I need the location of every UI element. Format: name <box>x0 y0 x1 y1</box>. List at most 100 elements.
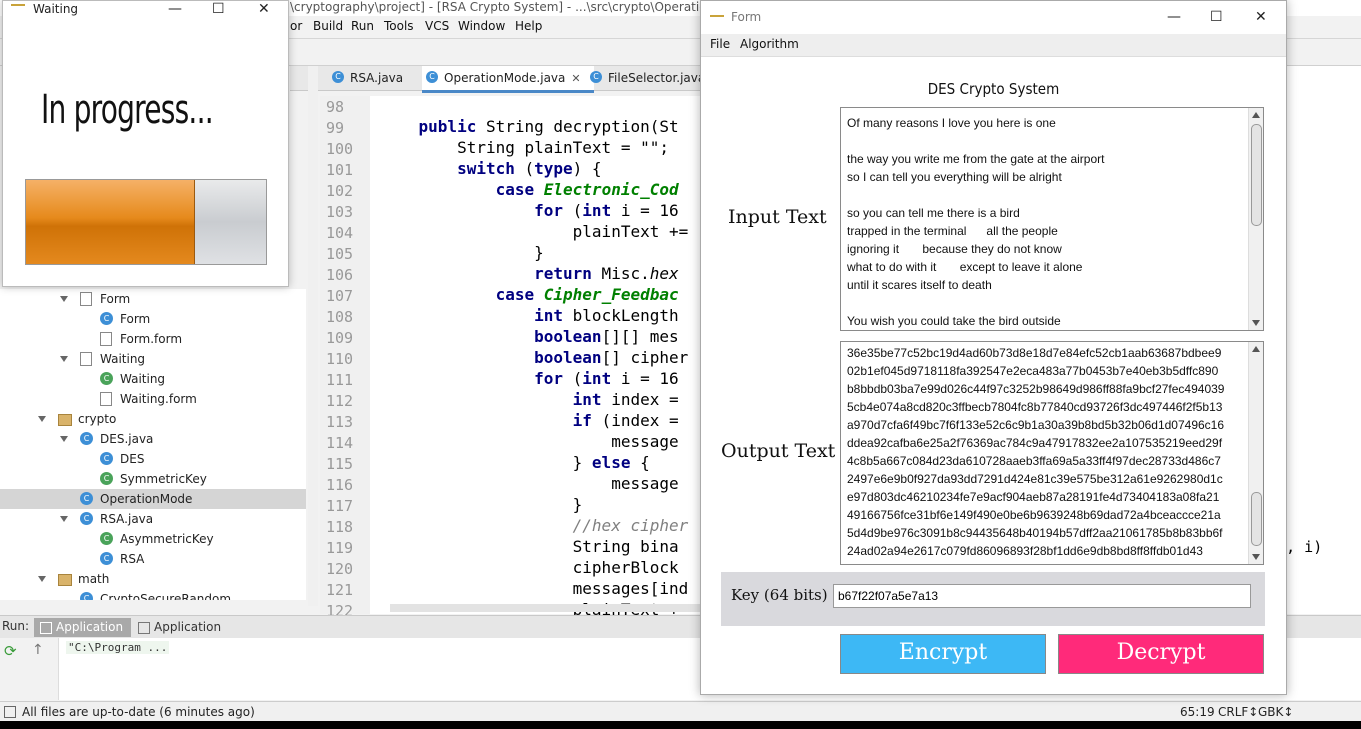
cursor-position[interactable]: 65:19 <box>1180 702 1215 722</box>
tree-item[interactable]: C Form <box>0 309 306 329</box>
run-tab-application-1[interactable]: Application <box>34 618 132 637</box>
line-number: 98 <box>326 98 345 116</box>
code-line: //hex cipher <box>572 516 689 535</box>
line-number: 118 <box>326 518 354 536</box>
input-textarea[interactable]: Of many reasons I love you here is one t… <box>840 107 1264 331</box>
scroll-down-icon[interactable] <box>1252 320 1260 326</box>
minimize-icon[interactable]: — <box>168 1 182 18</box>
key-input[interactable] <box>833 584 1251 608</box>
input-scrollbar[interactable] <box>1248 108 1263 330</box>
scroll-down-icon[interactable] <box>1252 554 1260 560</box>
menu-run[interactable]: Run <box>351 19 374 33</box>
tree-item[interactable]: math <box>0 569 306 589</box>
menu-file[interactable]: File <box>710 37 730 51</box>
code-line: plainText += <box>380 222 689 241</box>
arrow-up-icon[interactable]: ↑ <box>32 642 44 658</box>
close-icon[interactable]: ✕ <box>258 1 270 18</box>
progress-bar-fill <box>26 180 195 264</box>
expand-arrow-icon[interactable] <box>60 436 68 442</box>
code-line: messages[ind <box>380 579 689 598</box>
tree-item[interactable]: C Waiting <box>0 369 306 389</box>
tree-item[interactable]: C CryptoSecureRandom <box>0 589 306 600</box>
file-encoding[interactable]: GBK↕ <box>1258 702 1293 722</box>
java-key-icon <box>11 4 25 14</box>
maximize-icon[interactable]: ☐ <box>212 1 225 18</box>
tree-item[interactable]: C AsymmetricKey <box>0 529 306 549</box>
menu-vcs[interactable]: VCS <box>425 19 449 33</box>
tab-operationmode-java[interactable]: C OperationMode.java ✕ <box>422 66 594 93</box>
tree-item[interactable]: C DES <box>0 449 306 469</box>
tree-item[interactable]: C RSA.java <box>0 509 306 529</box>
close-tab-icon[interactable]: ✕ <box>571 72 580 85</box>
scroll-up-icon[interactable] <box>1252 112 1260 118</box>
line-number: 104 <box>326 224 354 242</box>
scroll-thumb[interactable] <box>1251 492 1262 546</box>
output-textarea[interactable]: 36e35be77c52bc19d4ad60b73d8e18d7e84efc52… <box>840 341 1264 565</box>
menu-tools[interactable]: Tools <box>384 19 414 33</box>
tree-item[interactable]: C OperationMode <box>0 489 306 509</box>
decrypt-button[interactable]: Decrypt <box>1058 634 1264 674</box>
line-number: 102 <box>326 182 354 200</box>
tree-item[interactable]: Waiting.form <box>0 389 306 409</box>
menu-help[interactable]: Help <box>515 19 542 33</box>
expand-arrow-icon[interactable] <box>60 296 68 302</box>
code-line: boolean[] cipher <box>534 348 689 367</box>
tree-item[interactable]: Form <box>0 289 306 309</box>
form-icon <box>80 292 92 306</box>
package-icon <box>58 414 72 426</box>
expand-arrow-icon[interactable] <box>60 356 68 362</box>
line-ending[interactable]: CRLF↕ <box>1218 702 1258 722</box>
console-output: "C:\Program ... <box>66 641 170 654</box>
tree-item[interactable]: Waiting <box>0 349 306 369</box>
class-icon: C <box>100 532 113 545</box>
menu-window[interactable]: Window <box>458 19 505 33</box>
expand-arrow-icon[interactable] <box>38 416 46 422</box>
project-tree-scrollbar[interactable] <box>308 66 318 606</box>
code-line: if (index = <box>572 411 679 430</box>
waiting-window: Waiting — ☐ ✕ In progress... <box>2 0 289 287</box>
line-number: 103 <box>326 203 354 221</box>
key-label: Key (64 bits) <box>731 586 828 604</box>
tree-item-label: Waiting <box>100 352 146 366</box>
status-message: All files are up-to-date (6 minutes ago) <box>22 705 255 719</box>
run-tab-application-2[interactable]: Application <box>132 618 229 637</box>
expand-arrow-icon[interactable] <box>38 576 46 582</box>
tree-item[interactable]: crypto <box>0 409 306 429</box>
encrypt-button[interactable]: Encrypt <box>840 634 1046 674</box>
scroll-up-icon[interactable] <box>1252 346 1260 352</box>
tree-item[interactable]: Form.form <box>0 329 306 349</box>
code-line: int index = <box>572 390 679 409</box>
waiting-titlebar[interactable]: Waiting — ☐ ✕ <box>3 1 288 18</box>
menu-algorithm[interactable]: Algorithm <box>740 37 799 51</box>
tree-item-label: Form.form <box>120 332 183 346</box>
line-number: 105 <box>326 245 354 263</box>
rerun-icon[interactable]: ⟳ <box>4 642 17 660</box>
form-heading: DES Crypto System <box>927 80 1060 98</box>
editor-tabbar: C RSA.java C OperationMode.java ✕ C FileSele… <box>290 66 710 93</box>
tree-item-label: OperationMode <box>100 492 193 506</box>
menu-build[interactable]: Build <box>313 19 343 33</box>
window-icon <box>138 622 150 634</box>
minimize-icon[interactable]: — <box>1167 1 1181 33</box>
form-titlebar[interactable]: Form — ☐ ✕ <box>701 1 1286 33</box>
run-tools: ⟳ ↑ <box>0 638 59 700</box>
line-number: 113 <box>326 413 354 431</box>
os-taskbar <box>0 721 1361 729</box>
output-scrollbar[interactable] <box>1248 342 1263 564</box>
tree-item[interactable]: C SymmetricKey <box>0 469 306 489</box>
tree-item-label: math <box>78 572 110 586</box>
expand-arrow-icon[interactable] <box>60 516 68 522</box>
scroll-thumb[interactable] <box>1251 124 1262 226</box>
editor-horizontal-scrollbar[interactable] <box>390 604 703 612</box>
close-icon[interactable]: ✕ <box>1255 1 1267 33</box>
code-line: for (int i = 16 <box>534 201 679 220</box>
class-icon: C <box>80 592 93 600</box>
maximize-icon[interactable]: ☐ <box>1210 1 1223 33</box>
tree-item[interactable]: C RSA <box>0 549 306 569</box>
line-number: 111 <box>326 371 354 389</box>
editor-right-panel <box>1286 66 1361 614</box>
code-line: cipherBlock <box>380 558 679 577</box>
tree-item[interactable]: C DES.java <box>0 429 306 449</box>
tree-item-label: RSA <box>120 552 145 566</box>
menu-or[interactable]: or <box>290 19 302 33</box>
